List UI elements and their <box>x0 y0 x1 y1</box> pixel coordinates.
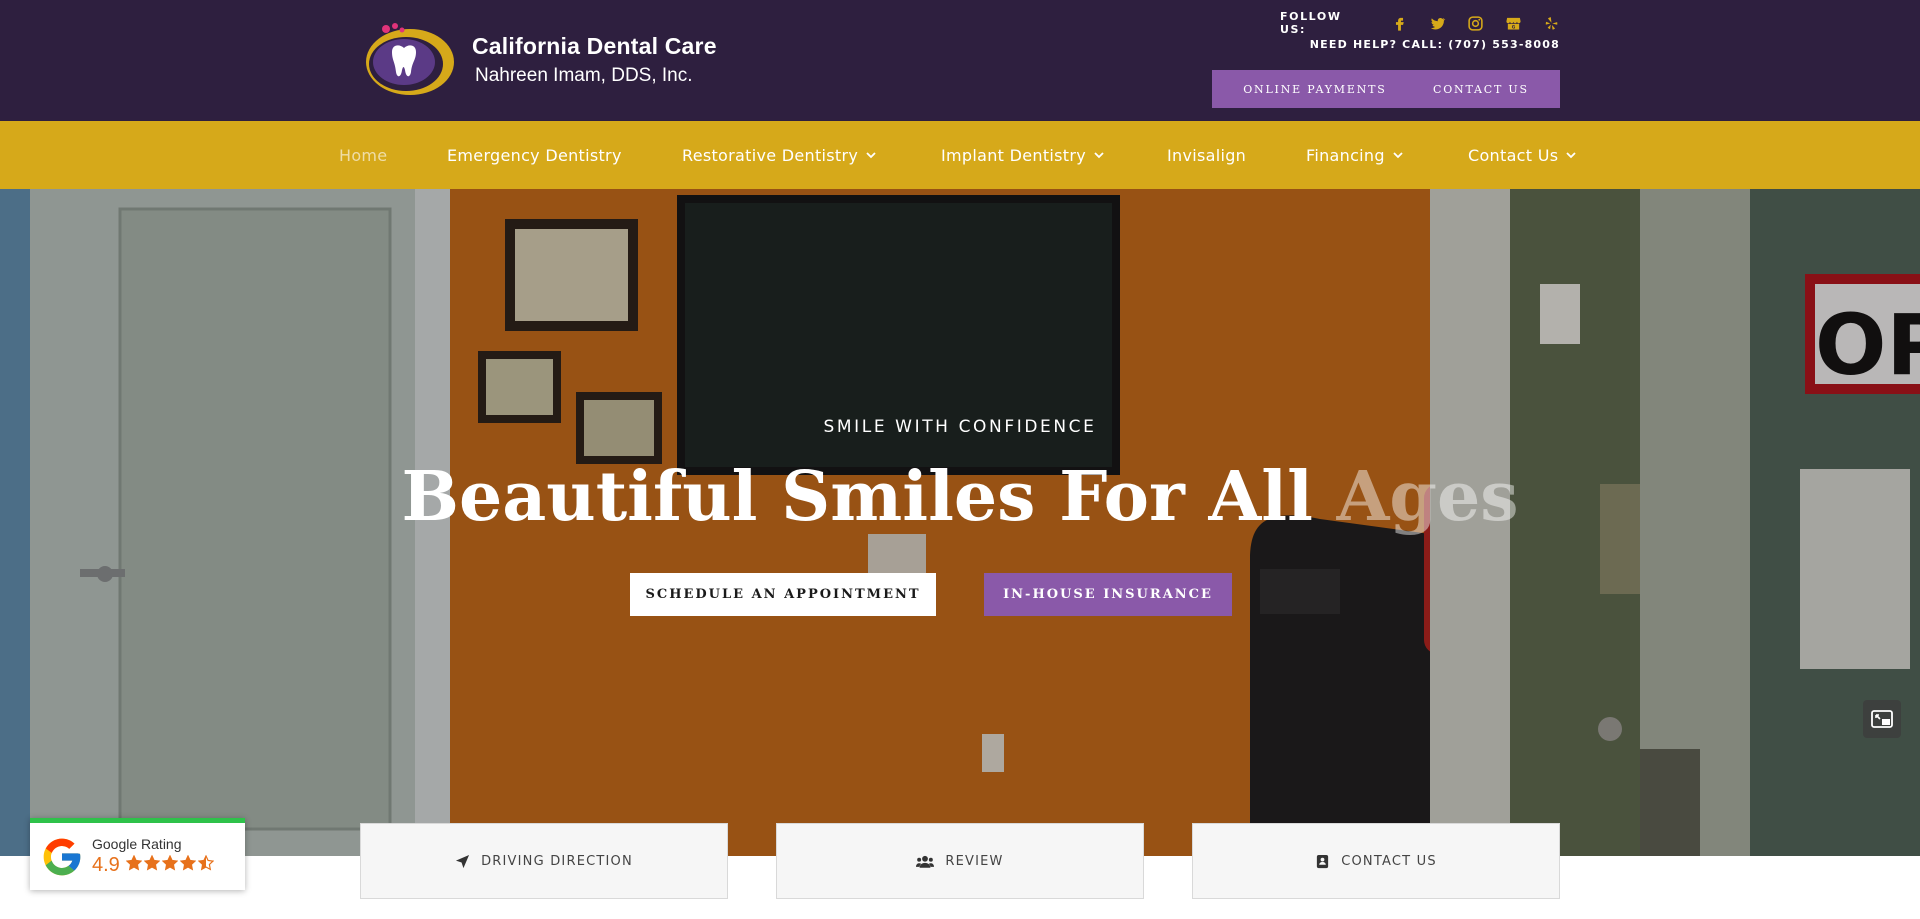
nav-item-label: Implant Dentistry <box>941 145 1086 165</box>
rating-value: 4.9 <box>92 854 120 876</box>
star-full-icon <box>125 854 143 871</box>
location-arrow-icon <box>456 854 470 868</box>
picture-in-picture-icon[interactable] <box>1863 700 1901 738</box>
nav-item-home[interactable]: Home <box>339 121 387 189</box>
contact-us-card[interactable]: CONTACT US <box>1192 823 1560 899</box>
brand-name: California Dental Care <box>472 33 717 59</box>
facebook-icon[interactable] <box>1391 14 1408 32</box>
star-full-icon <box>179 854 197 871</box>
hero-title-text: Beautiful Smiles For All <box>401 457 1337 537</box>
contact-card-icon <box>1317 854 1329 868</box>
nav-item-label: Emergency Dentistry <box>447 145 622 165</box>
chevron-down-icon <box>1566 151 1577 159</box>
nav-item-emergency-dentistry[interactable]: Emergency Dentistry <box>447 121 622 189</box>
hero-kicker: SMILE WITH CONFIDENCE <box>823 417 1097 437</box>
review-card[interactable]: REVIEW <box>776 823 1144 899</box>
social-follow: FOLLOW US: G <box>1280 10 1560 36</box>
google-g-icon <box>43 838 81 875</box>
chevron-down-icon <box>866 151 876 159</box>
star-half-icon <box>197 854 215 871</box>
yelp-icon[interactable] <box>1543 14 1560 32</box>
star-full-icon <box>161 854 179 871</box>
card-label: CONTACT US <box>1341 853 1437 869</box>
chevron-down-icon <box>1094 151 1104 159</box>
rating-row: 4.9 <box>92 854 216 877</box>
follow-label: FOLLOW US: <box>1280 10 1342 36</box>
online-payments-button[interactable]: ONLINE PAYMENTS <box>1243 83 1386 96</box>
card-label: REVIEW <box>945 853 1004 869</box>
hero-section: OPE SMILE WITH CONFIDENCE Beautiful Smil… <box>0 189 1920 856</box>
hero-title: Beautiful Smiles For All Ages <box>0 457 1920 537</box>
nav-item-label: Restorative Dentistry <box>682 145 859 165</box>
rating-label: Google Rating <box>92 836 182 852</box>
site-header: California Dental Care Nahreen Imam, DDS… <box>0 0 1920 121</box>
help-phone-text: NEED HELP? CALL: (707) 553-8008 <box>1309 38 1560 51</box>
tooth-logo-icon <box>362 20 462 100</box>
nav-item-financing[interactable]: Financing <box>1306 121 1403 189</box>
main-nav: Home Emergency Dentistry Restorative Den… <box>0 121 1920 189</box>
chevron-down-icon <box>1393 151 1403 159</box>
nav-item-contact-us[interactable]: Contact Us <box>1468 121 1577 189</box>
google-rating-badge[interactable]: Google Rating 4.9 <box>30 818 245 890</box>
brand-subtitle: Nahreen Imam, DDS, Inc. <box>475 65 693 86</box>
twitter-icon[interactable] <box>1429 14 1446 32</box>
logo-text: California Dental Care Nahreen Imam, DDS… <box>472 33 717 87</box>
google-my-business-icon[interactable]: G <box>1505 14 1522 32</box>
header-contact-us-button[interactable]: CONTACT US <box>1433 83 1529 96</box>
instagram-icon[interactable] <box>1467 14 1484 32</box>
nav-item-label: Financing <box>1306 145 1385 165</box>
schedule-appointment-button[interactable]: SCHEDULE AN APPOINTMENT <box>630 573 936 616</box>
nav-item-restorative-dentistry[interactable]: Restorative Dentistry <box>682 121 876 189</box>
card-label: DRIVING DIRECTION <box>481 853 633 869</box>
site-logo[interactable]: California Dental Care Nahreen Imam, DDS… <box>362 20 722 100</box>
nav-item-label: Invisalign <box>1167 145 1247 165</box>
star-full-icon <box>143 854 161 871</box>
users-icon <box>916 855 935 868</box>
nav-item-label: Contact Us <box>1468 145 1559 165</box>
driving-direction-card[interactable]: DRIVING DIRECTION <box>360 823 728 899</box>
hero-title-fading-word: Ages <box>1336 457 1519 537</box>
nav-item-label: Home <box>339 145 388 165</box>
svg-text:G: G <box>1512 24 1516 30</box>
nav-item-implant-dentistry[interactable]: Implant Dentistry <box>941 121 1104 189</box>
rating-stars <box>125 854 216 876</box>
header-action-buttons: ONLINE PAYMENTS CONTACT US <box>1212 70 1560 108</box>
in-house-insurance-button[interactable]: IN-HOUSE INSURANCE <box>984 573 1232 616</box>
rating-info: Google Rating 4.9 <box>92 836 216 877</box>
nav-item-invisalign[interactable]: Invisalign <box>1167 121 1246 189</box>
